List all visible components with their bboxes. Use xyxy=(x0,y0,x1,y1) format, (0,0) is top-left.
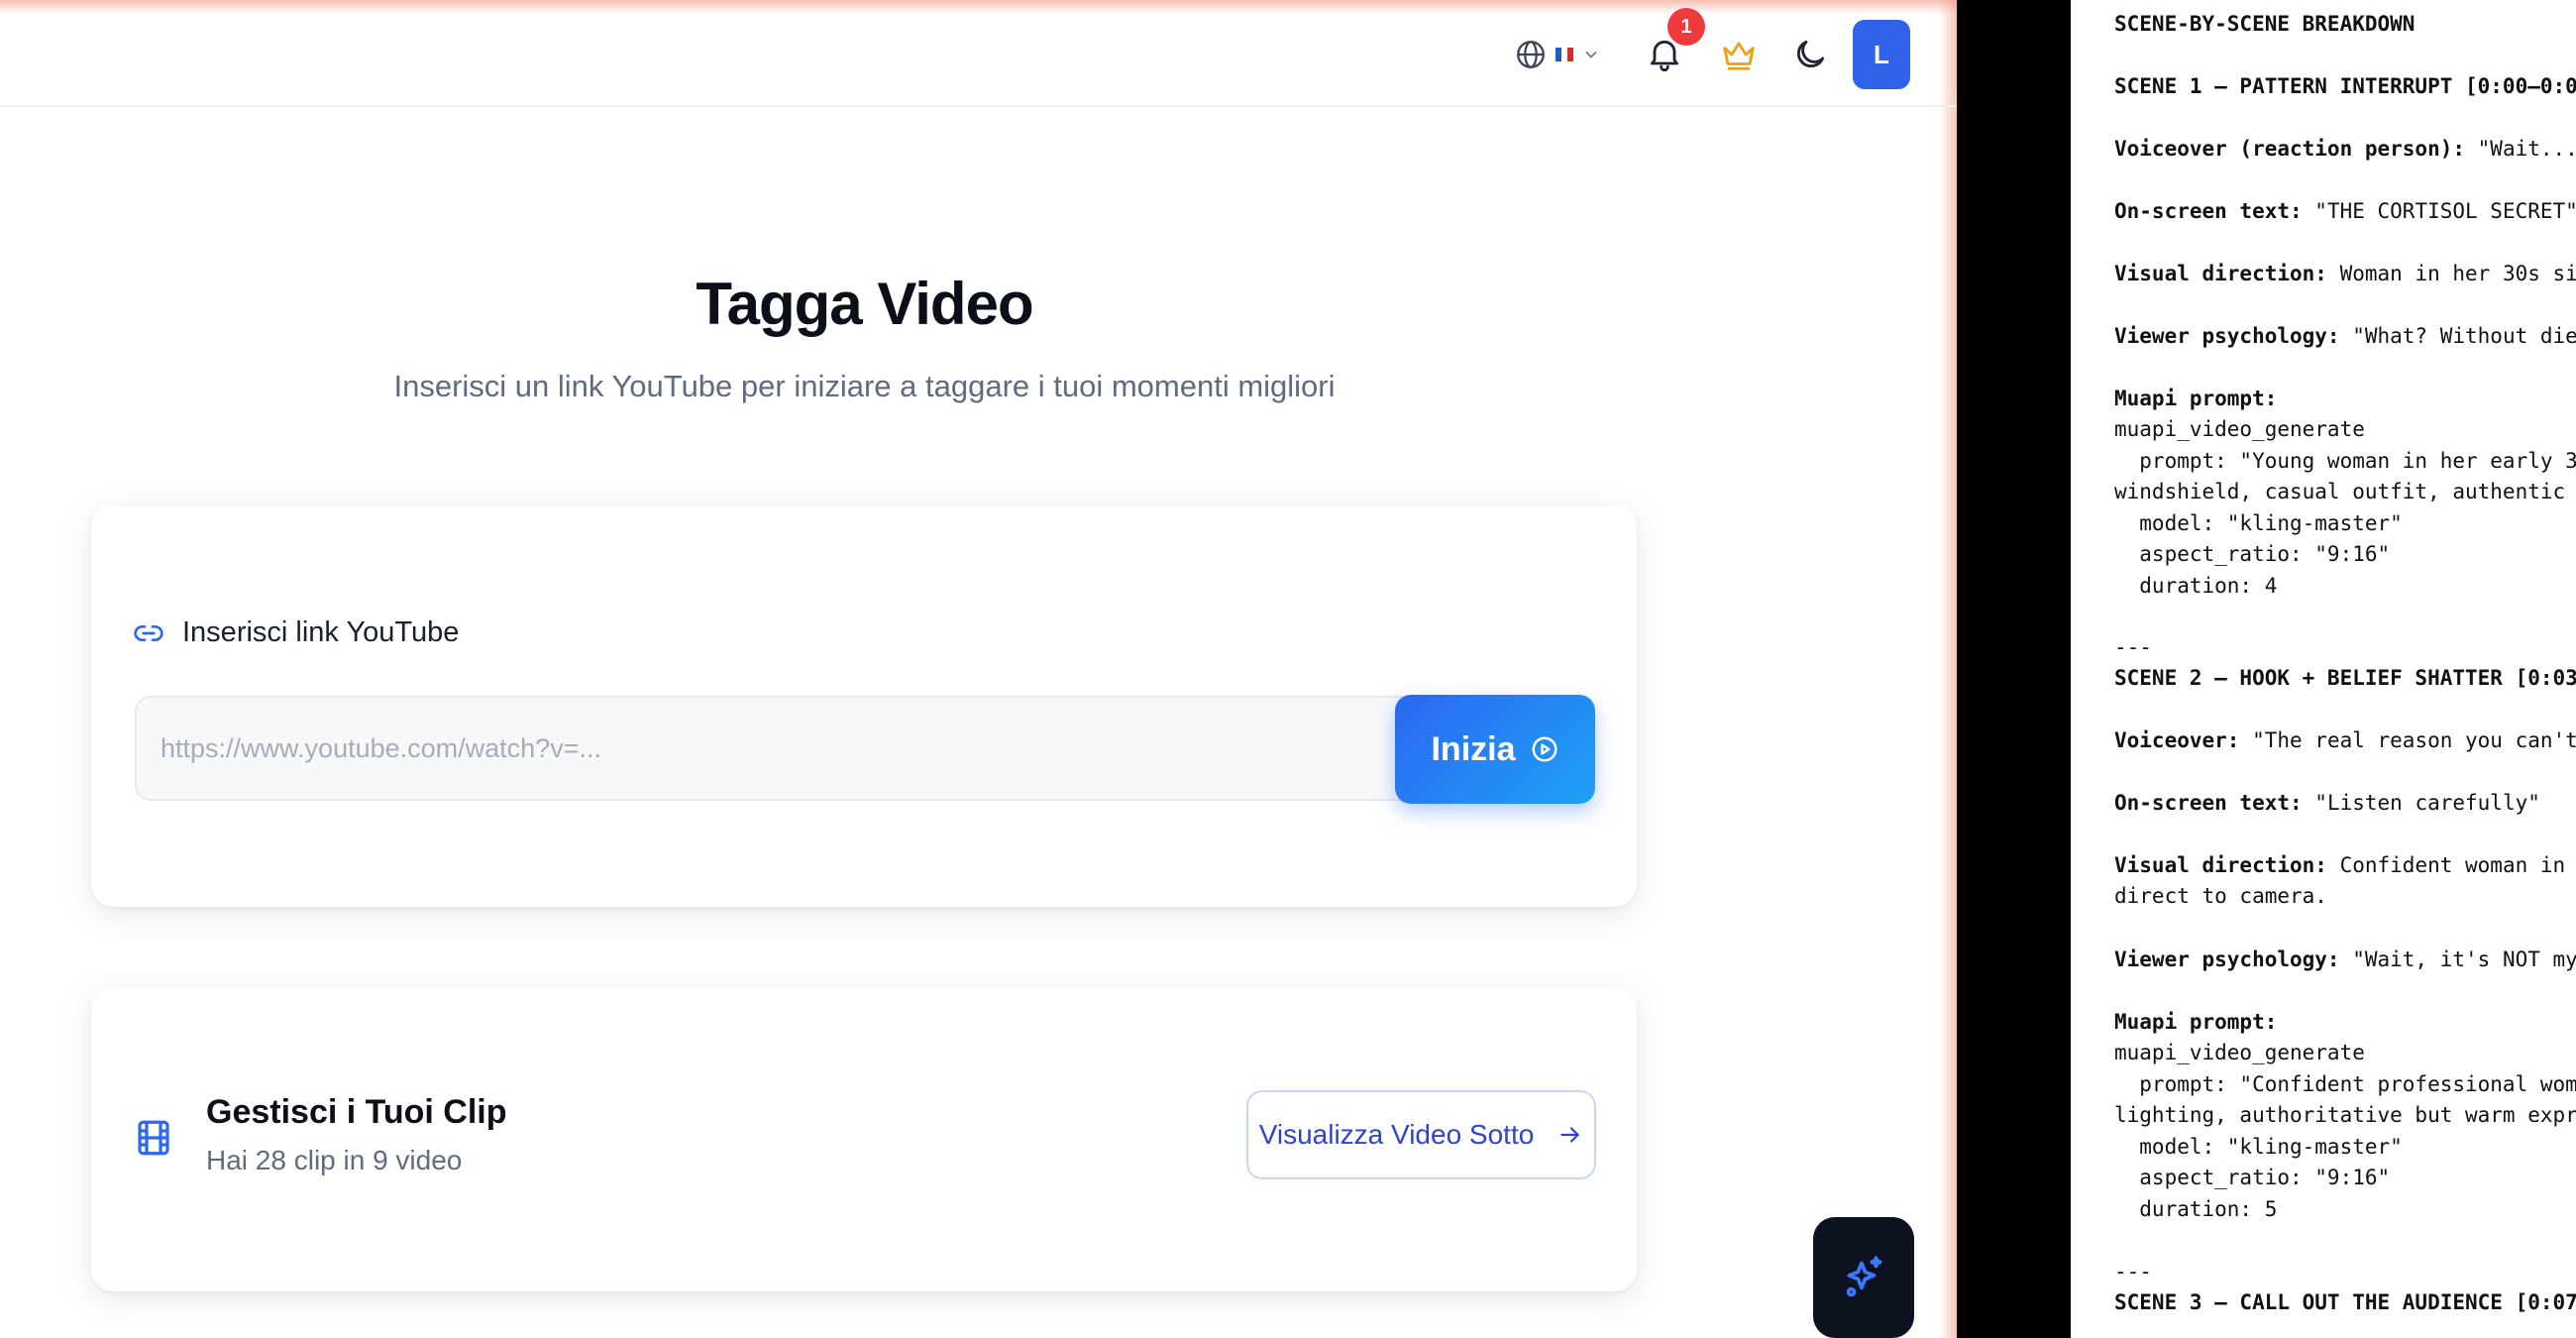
clips-card-title: Gestisci i Tuoi Clip xyxy=(206,1093,507,1131)
doc-line: lighting, authoritative but warm expr xyxy=(2114,1103,2576,1127)
film-icon xyxy=(138,1120,169,1156)
doc-line: Voiceover: "The real reason you can't xyxy=(2114,728,2576,752)
youtube-link-label: Inserisci link YouTube xyxy=(133,616,459,649)
doc-line: Voiceover (reaction person): "Wait... xyxy=(2114,137,2576,161)
flag-stripe-3 xyxy=(1567,48,1573,61)
doc-line-label: On-screen text: xyxy=(2114,791,2303,815)
view-videos-button[interactable]: Visualizza Video Sotto xyxy=(1246,1090,1596,1179)
moon-icon[interactable] xyxy=(1791,36,1829,73)
arrow-right-icon xyxy=(1560,1127,1580,1143)
script-document-pane: SCENE-BY-SCENE BREAKDOWN SCENE 1 – PATTE… xyxy=(2071,0,2576,1338)
doc-line: --- xyxy=(2114,635,2152,659)
right-glow xyxy=(1939,0,1957,1338)
doc-line-text: duration: 4 xyxy=(2114,574,2278,598)
doc-line-text: duration: 5 xyxy=(2114,1197,2278,1221)
web-app-window: 1 L Tagga Video Inserisci un link YouTub… xyxy=(0,0,1957,1338)
doc-line: aspect_ratio: "9:16" xyxy=(2114,1166,2390,1189)
doc-line: model: "kling-master" xyxy=(2114,511,2403,535)
doc-line: Viewer psychology: "Wait, it's NOT my xyxy=(2114,948,2576,971)
doc-line: Viewer psychology: "What? Without die xyxy=(2114,324,2576,348)
doc-line-label: SCENE 2 – HOOK + BELIEF SHATTER [0:03 xyxy=(2114,666,2576,690)
chevron-down-icon xyxy=(1585,51,1597,58)
doc-line: aspect_ratio: "9:16" xyxy=(2114,542,2390,566)
page-subtitle: Inserisci un link YouTube per iniziare a… xyxy=(393,369,1336,403)
doc-line-text: lighting, authoritative but warm expr xyxy=(2114,1103,2576,1127)
doc-line-text: Confident woman in xyxy=(2326,853,2566,877)
start-button[interactable]: Inizia xyxy=(1395,695,1595,804)
doc-line: Visual direction: Confident woman in xyxy=(2114,853,2565,877)
top-navbar: 1 L xyxy=(0,0,1957,107)
doc-line-label: Visual direction: xyxy=(2114,262,2327,285)
doc-line: model: "kling-master" xyxy=(2114,1135,2403,1159)
sparkles-icon xyxy=(1846,1256,1882,1297)
youtube-url-input[interactable] xyxy=(135,696,1416,801)
manage-clips-card: Gestisci i Tuoi Clip Hai 28 clip in 9 vi… xyxy=(91,986,1637,1291)
doc-line-text: aspect_ratio: "9:16" xyxy=(2114,1166,2391,1189)
doc-line-label: Viewer psychology: xyxy=(2114,324,2340,348)
doc-line: muapi_video_generate xyxy=(2114,417,2365,441)
youtube-link-card: Inserisci link YouTube Inizia xyxy=(91,505,1637,907)
language-selector[interactable] xyxy=(1514,36,1601,73)
doc-line-text: prompt: "Confident professional wom xyxy=(2114,1072,2576,1096)
start-button-label: Inizia xyxy=(1431,729,1516,768)
doc-line-text: --- xyxy=(2114,635,2152,659)
crown-icon[interactable] xyxy=(1720,36,1758,73)
doc-line-text: --- xyxy=(2114,1260,2152,1283)
doc-line: Visual direction: Woman in her 30s si xyxy=(2114,262,2576,285)
doc-line: muapi_video_generate xyxy=(2114,1041,2365,1064)
doc-line-text: aspect_ratio: "9:16" xyxy=(2114,542,2391,566)
doc-line-text: "Wait, it's NOT my xyxy=(2339,948,2576,971)
view-videos-button-label: Visualizza Video Sotto xyxy=(1258,1119,1535,1150)
doc-line-text: muapi_video_generate xyxy=(2114,417,2365,441)
doc-line-label: SCENE 3 – CALL OUT THE AUDIENCE [0:07 xyxy=(2114,1290,2576,1314)
doc-line: prompt: "Young woman in her early 3 xyxy=(2114,449,2576,473)
doc-line: SCENE 2 – HOOK + BELIEF SHATTER [0:03 xyxy=(2114,666,2576,690)
italy-flag-icon xyxy=(1556,48,1573,61)
doc-line: --- xyxy=(2114,1260,2152,1283)
doc-line-text: "Wait... xyxy=(2465,137,2576,161)
play-circle-icon xyxy=(1532,736,1557,762)
link-icon xyxy=(134,624,163,641)
doc-line: On-screen text: "Listen carefully" xyxy=(2114,791,2540,815)
youtube-link-label-text: Inserisci link YouTube xyxy=(182,616,460,648)
doc-line: Muapi prompt: xyxy=(2114,387,2277,410)
doc-line: On-screen text: "THE CORTISOL SECRET" xyxy=(2114,199,2576,223)
doc-line-label: Muapi prompt: xyxy=(2114,387,2278,410)
doc-line: direct to camera. xyxy=(2114,884,2327,908)
globe-icon xyxy=(1517,41,1545,68)
doc-line-text: prompt: "Young woman in her early 3 xyxy=(2114,449,2576,473)
doc-line-text: "Listen carefully" xyxy=(2302,791,2540,815)
doc-line-text: "The real reason you can't xyxy=(2239,728,2576,752)
clips-card-subtitle: Hai 28 clip in 9 video xyxy=(206,1145,463,1175)
doc-line-label: Viewer psychology: xyxy=(2114,948,2340,971)
doc-line-text: "THE CORTISOL SECRET" xyxy=(2302,199,2576,223)
doc-line: duration: 5 xyxy=(2114,1197,2277,1221)
doc-line-label: On-screen text: xyxy=(2114,199,2303,223)
ai-assistant-fab[interactable] xyxy=(1813,1217,1914,1338)
doc-line-label: Muapi prompt: xyxy=(2114,1010,2278,1034)
doc-line-label: Voiceover (reaction person): xyxy=(2114,137,2466,161)
doc-line: prompt: "Confident professional wom xyxy=(2114,1072,2576,1096)
doc-line-text: direct to camera. xyxy=(2114,884,2327,908)
doc-line-label: SCENE-BY-SCENE BREAKDOWN xyxy=(2114,12,2415,36)
doc-line-text: Woman in her 30s si xyxy=(2326,262,2576,285)
doc-line: SCENE-BY-SCENE BREAKDOWN xyxy=(2114,12,2415,36)
doc-line: Muapi prompt: xyxy=(2114,1010,2277,1034)
notification-badge: 1 xyxy=(1667,8,1705,46)
doc-line-label: SCENE 1 – PATTERN INTERRUPT [0:00–0:0 xyxy=(2114,74,2576,98)
doc-line: windshield, casual outfit, authentic xyxy=(2114,480,2565,503)
doc-line-text: "What? Without die xyxy=(2339,324,2576,348)
doc-line-text: windshield, casual outfit, authentic xyxy=(2114,480,2566,503)
doc-line-label: Visual direction: xyxy=(2114,853,2327,877)
doc-line: SCENE 1 – PATTERN INTERRUPT [0:00–0:0 xyxy=(2114,74,2576,98)
doc-line-text: muapi_video_generate xyxy=(2114,1041,2365,1064)
user-avatar[interactable]: L xyxy=(1853,20,1910,89)
doc-line-text: model: "kling-master" xyxy=(2114,1135,2403,1159)
doc-line: SCENE 3 – CALL OUT THE AUDIENCE [0:07 xyxy=(2114,1290,2576,1314)
doc-line-label: Voiceover: xyxy=(2114,728,2240,752)
doc-line: duration: 4 xyxy=(2114,574,2277,598)
page-title: Tagga Video xyxy=(696,271,1033,337)
screen-divider xyxy=(1957,0,2071,1338)
doc-line-text: model: "kling-master" xyxy=(2114,511,2403,535)
